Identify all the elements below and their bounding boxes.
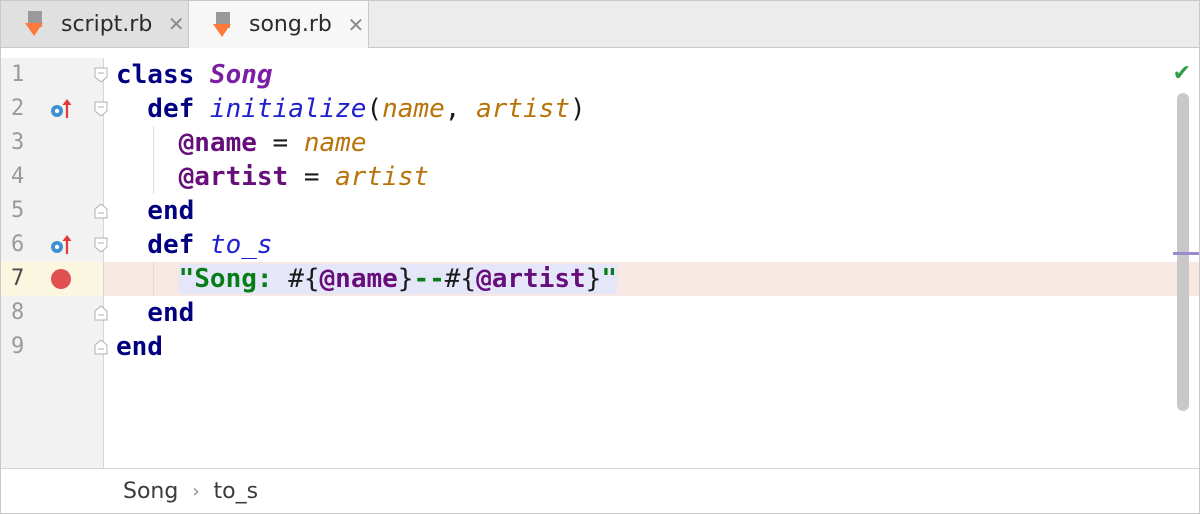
code-token: name bbox=[382, 94, 445, 124]
code-token: #{ bbox=[288, 264, 320, 294]
code-token: @artist bbox=[476, 264, 586, 294]
fold-open-icon[interactable] bbox=[94, 101, 108, 117]
code-token: artist bbox=[335, 162, 430, 192]
code-token: Song bbox=[209, 60, 273, 90]
code-text[interactable]: end bbox=[116, 330, 163, 364]
ruby-file-icon bbox=[25, 11, 43, 36]
code-text[interactable]: class Song bbox=[116, 58, 273, 92]
code-token: to_s bbox=[209, 230, 273, 260]
code-token: name bbox=[303, 128, 367, 158]
breadcrumb-separator: › bbox=[192, 481, 200, 502]
close-icon[interactable]: ✕ bbox=[346, 13, 366, 37]
code-line[interactable]: 3 @name = name bbox=[1, 126, 1199, 160]
tab-bar: script.rb ✕ song.rb ✕ bbox=[1, 1, 1199, 48]
code-token: end bbox=[116, 298, 195, 328]
code-line[interactable]: 8 end bbox=[1, 296, 1199, 330]
code-token: } bbox=[585, 264, 602, 294]
line-number[interactable]: 3 bbox=[11, 126, 35, 160]
code-token: " bbox=[601, 264, 617, 294]
code-token: ( bbox=[366, 94, 383, 124]
breadcrumb-item-song[interactable]: Song bbox=[123, 479, 178, 504]
overrides-method-icon[interactable] bbox=[49, 97, 73, 121]
fold-open-icon[interactable] bbox=[94, 67, 108, 83]
fold-close-icon[interactable] bbox=[94, 305, 108, 321]
line-number[interactable]: 8 bbox=[11, 296, 35, 330]
indent-guide bbox=[153, 262, 154, 296]
breadcrumb-item-to-s[interactable]: to_s bbox=[214, 479, 259, 504]
code-token: = bbox=[256, 128, 304, 158]
code-token: ) bbox=[569, 94, 586, 124]
code-line[interactable]: 4 @artist = artist bbox=[1, 160, 1199, 194]
code-text[interactable]: def to_s bbox=[116, 228, 273, 262]
line-number[interactable]: 6 bbox=[11, 228, 35, 262]
breakpoint-icon[interactable] bbox=[51, 269, 71, 289]
code-token: def bbox=[116, 94, 210, 124]
code-text[interactable]: "Song: #{@name}--#{@artist}" bbox=[116, 262, 617, 296]
code-token: artist bbox=[476, 94, 570, 124]
code-token: def bbox=[116, 230, 210, 260]
line-number[interactable]: 9 bbox=[11, 330, 35, 364]
overrides-method-icon[interactable] bbox=[49, 233, 73, 257]
code-line[interactable]: 1 class Song bbox=[1, 58, 1199, 92]
code-token: "Song: bbox=[178, 264, 289, 294]
line-number[interactable]: 5 bbox=[11, 194, 35, 228]
code-line[interactable]: 6 def to_s bbox=[1, 228, 1199, 262]
code-text[interactable]: def initialize(name, artist) bbox=[116, 92, 586, 126]
breadcrumb: Song › to_s bbox=[1, 468, 1199, 513]
indent-guide bbox=[153, 126, 154, 194]
code-token: initialize bbox=[209, 94, 367, 124]
code-token: } bbox=[397, 264, 414, 294]
code-line[interactable]: 7 "Song: #{@name}--#{@artist}" bbox=[1, 262, 1199, 296]
code-token: -- bbox=[413, 264, 445, 294]
code-line[interactable]: 9 end bbox=[1, 330, 1199, 364]
line-number[interactable]: 7 bbox=[11, 262, 35, 296]
code-token: end bbox=[116, 196, 195, 226]
line-number[interactable]: 4 bbox=[11, 160, 35, 194]
close-icon[interactable]: ✕ bbox=[166, 12, 186, 36]
code-token: class bbox=[116, 60, 210, 90]
check-icon[interactable]: ✔ bbox=[1173, 61, 1191, 86]
error-stripe-mark[interactable] bbox=[1173, 252, 1199, 255]
ruby-file-icon bbox=[213, 11, 231, 37]
fold-open-icon[interactable] bbox=[94, 237, 108, 253]
editor-window: script.rb ✕ song.rb ✕ 1 class Song 2 def i… bbox=[0, 0, 1200, 514]
code-text[interactable]: end bbox=[116, 296, 194, 330]
tab-label: song.rb bbox=[249, 12, 332, 37]
code-token: #{ bbox=[444, 264, 477, 294]
code-token: @artist bbox=[116, 162, 289, 192]
line-number[interactable]: 2 bbox=[11, 92, 35, 126]
code-line[interactable]: 5 end bbox=[1, 194, 1199, 228]
tab-song-rb[interactable]: song.rb ✕ bbox=[189, 1, 369, 48]
code-token: end bbox=[116, 332, 163, 362]
code-text[interactable]: end bbox=[116, 194, 194, 228]
code-text[interactable]: @artist = artist bbox=[116, 160, 429, 194]
code-token: @name bbox=[319, 264, 398, 294]
code-line[interactable]: 2 def initialize(name, artist) bbox=[1, 92, 1199, 126]
code-token: , bbox=[444, 94, 477, 124]
fold-close-icon[interactable] bbox=[94, 203, 108, 219]
code-token: = bbox=[288, 162, 336, 192]
fold-close-icon[interactable] bbox=[94, 339, 108, 355]
tab-label: script.rb bbox=[61, 11, 153, 37]
code-token: @name bbox=[116, 128, 257, 158]
tab-script-rb[interactable]: script.rb ✕ bbox=[1, 1, 189, 47]
line-number[interactable]: 1 bbox=[11, 58, 35, 92]
